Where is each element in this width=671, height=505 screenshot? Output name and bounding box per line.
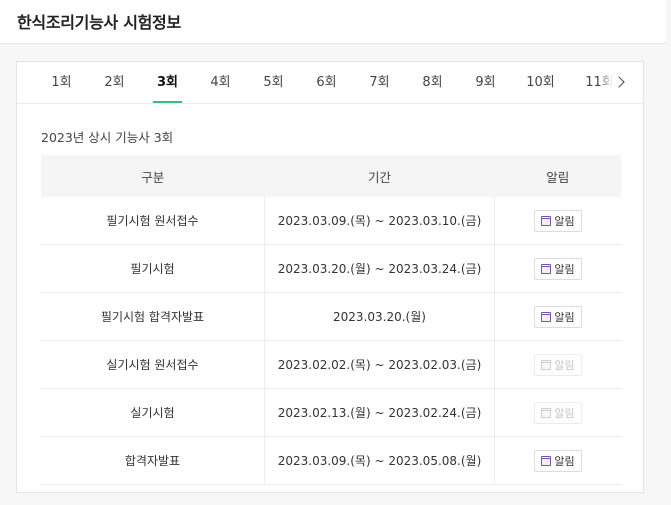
- tab-round-7[interactable]: 7회: [353, 62, 406, 103]
- alarm-button[interactable]: 알림: [534, 209, 582, 232]
- table-row: 실기시험 2023.02.13.(월) ~ 2023.02.24.(금) 알림: [41, 388, 621, 437]
- tab-round-4[interactable]: 4회: [194, 62, 247, 103]
- row-period: 2023.03.20.(월): [264, 292, 495, 341]
- tab-round-3[interactable]: 3회: [141, 62, 194, 103]
- page-title: 한식조리기능사 시험정보: [17, 13, 181, 32]
- row-category: 실기시험 원서접수: [41, 340, 265, 389]
- table-row: 필기시험 2023.03.20.(월) ~ 2023.03.24.(금) 알림: [41, 244, 621, 293]
- tab-round-10[interactable]: 10회: [514, 62, 567, 103]
- calendar-icon: [541, 455, 552, 466]
- row-category: 실기시험: [41, 388, 265, 437]
- exam-info-card: 1회 2회 3회 4회 5회 6회 7회 8회 9회 10회 11회 2023년…: [16, 61, 644, 493]
- calendar-icon: [541, 407, 552, 418]
- alarm-button-label: 알림: [554, 262, 575, 276]
- round-tabs: 1회 2회 3회 4회 5회 6회 7회 8회 9회 10회 11회: [17, 62, 643, 104]
- column-header-alarm: 알림: [494, 155, 621, 197]
- tab-round-9[interactable]: 9회: [459, 62, 512, 103]
- row-category: 필기시험 원서접수: [41, 197, 265, 245]
- table-header-row: 구분 기간 알림: [41, 155, 621, 197]
- alarm-button[interactable]: 알림: [534, 449, 582, 472]
- table-row: 실기시험 원서접수 2023.02.02.(목) ~ 2023.02.03.(금…: [41, 340, 621, 389]
- row-period: 2023.02.13.(월) ~ 2023.02.24.(금): [264, 388, 495, 437]
- calendar-icon: [541, 215, 552, 226]
- row-category: 필기시험 합격자발표: [41, 292, 265, 341]
- row-period: 2023.03.09.(목) ~ 2023.05.08.(월): [264, 436, 495, 485]
- schedule-table: 구분 기간 알림 필기시험 원서접수 2023.03.09.(목) ~ 2023…: [41, 155, 621, 485]
- table-row: 필기시험 합격자발표 2023.03.20.(월) 알림: [41, 292, 621, 341]
- page-header: 한식조리기능사 시험정보: [0, 0, 666, 44]
- alarm-button-disabled: 알림: [534, 401, 582, 424]
- tab-round-2[interactable]: 2회: [88, 62, 141, 103]
- tab-round-1[interactable]: 1회: [35, 62, 88, 103]
- row-period: 2023.03.09.(목) ~ 2023.03.10.(금): [264, 197, 495, 245]
- tab-round-6[interactable]: 6회: [300, 62, 353, 103]
- calendar-icon: [541, 311, 552, 322]
- table-row: 필기시험 원서접수 2023.03.09.(목) ~ 2023.03.10.(금…: [41, 197, 621, 245]
- alarm-button-label: 알림: [554, 358, 575, 372]
- calendar-icon: [541, 359, 552, 370]
- table-row: 합격자발표 2023.03.09.(목) ~ 2023.05.08.(월) 알림: [41, 436, 621, 485]
- row-category: 필기시험: [41, 244, 265, 293]
- alarm-button-label: 알림: [554, 310, 575, 324]
- alarm-button-label: 알림: [554, 214, 575, 228]
- tab-round-8[interactable]: 8회: [406, 62, 459, 103]
- row-category: 합격자발표: [41, 436, 265, 485]
- row-period: 2023.02.02.(목) ~ 2023.02.03.(금): [264, 340, 495, 389]
- calendar-icon: [541, 263, 552, 274]
- alarm-button-label: 알림: [554, 406, 575, 420]
- row-period: 2023.03.20.(월) ~ 2023.03.24.(금): [264, 244, 495, 293]
- chevron-right-icon[interactable]: [613, 74, 629, 92]
- round-title: 2023년 상시 기능사 3회: [41, 130, 174, 145]
- alarm-button[interactable]: 알림: [534, 305, 582, 328]
- alarm-button[interactable]: 알림: [534, 257, 582, 280]
- column-header-period: 기간: [264, 155, 495, 197]
- alarm-button-label: 알림: [554, 454, 575, 468]
- tab-round-5[interactable]: 5회: [247, 62, 300, 103]
- alarm-button-disabled: 알림: [534, 353, 582, 376]
- column-header-category: 구분: [41, 155, 265, 197]
